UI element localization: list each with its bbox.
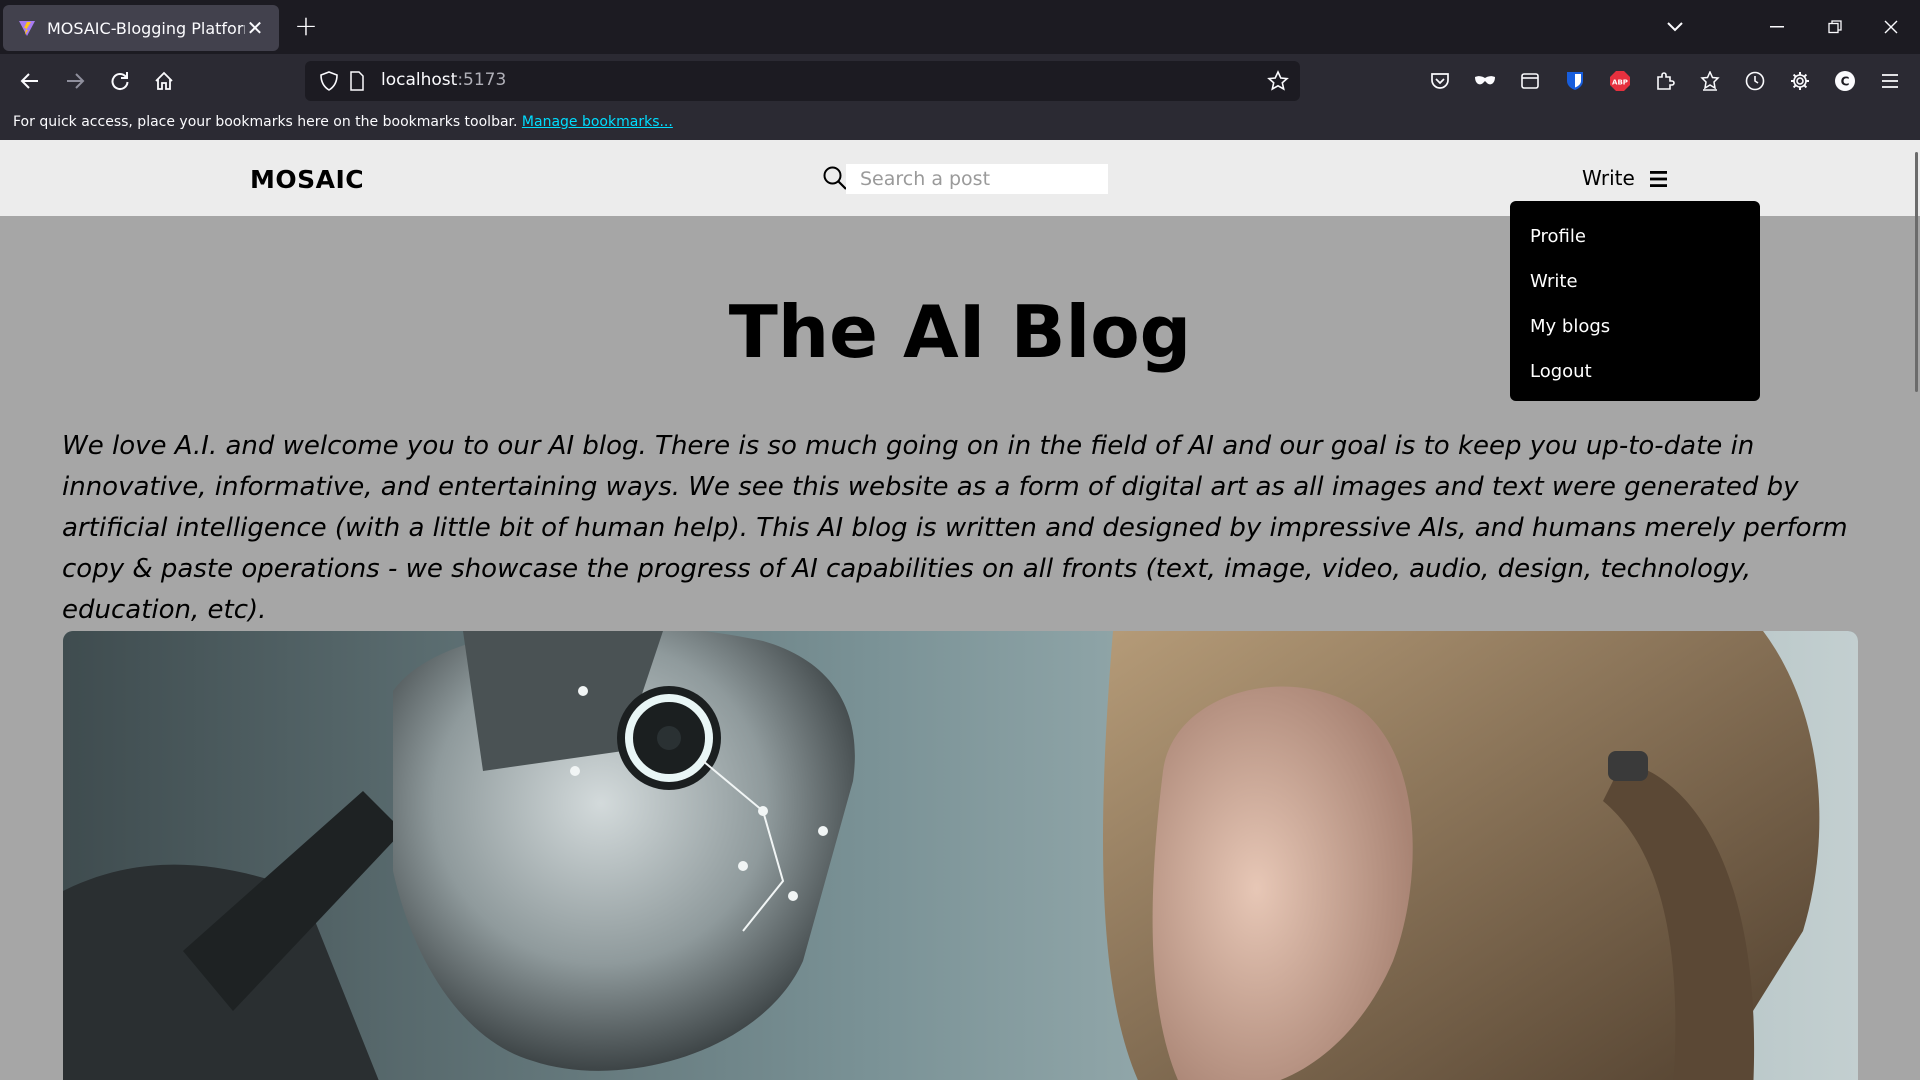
home-icon[interactable] <box>149 66 179 96</box>
write-link[interactable]: Write <box>1582 166 1635 190</box>
url-port: :5173 <box>457 70 507 90</box>
tab-list-chevron-icon[interactable] <box>1660 12 1690 42</box>
minimize-window-button[interactable] <box>1762 12 1792 42</box>
tab-title: MOSAIC-Blogging Platform <box>47 18 245 38</box>
close-tab-icon[interactable]: ✕ <box>245 16 265 40</box>
app-menu-hamburger-icon[interactable] <box>1875 66 1905 96</box>
url-text[interactable]: localhost:5173 <box>381 70 506 90</box>
private-mask-icon[interactable] <box>1470 66 1500 96</box>
browser-tab-strip: MOSAIC-Blogging Platform ✕ + <box>0 0 1920 54</box>
account-avatar[interactable]: C <box>1830 66 1860 96</box>
account-initial: C <box>1841 75 1850 89</box>
menu-hamburger-icon[interactable] <box>1649 169 1669 189</box>
tracking-shield-icon[interactable] <box>317 69 341 93</box>
hero-image-robot-and-girl <box>63 631 1858 1080</box>
url-bar[interactable]: localhost:5173 <box>305 61 1300 101</box>
history-clock-icon[interactable] <box>1740 66 1770 96</box>
page-scrollbar[interactable] <box>1915 152 1918 392</box>
settings-gear-icon[interactable] <box>1785 66 1815 96</box>
search-input[interactable] <box>846 164 1108 194</box>
page-title: The AI Blog <box>728 290 1192 374</box>
browser-toolbar: localhost:5173 ABP C <box>0 54 1920 108</box>
bitwarden-shield-icon[interactable] <box>1560 66 1590 96</box>
svg-text:ABP: ABP <box>1612 79 1628 87</box>
site-logo[interactable]: MOSAIC <box>250 165 364 194</box>
pocket-icon[interactable] <box>1425 66 1455 96</box>
adblock-plus-icon[interactable]: ABP <box>1605 66 1635 96</box>
reading-list-star-icon[interactable] <box>1695 66 1725 96</box>
vite-icon <box>17 18 37 38</box>
manage-bookmarks-link[interactable]: Manage bookmarks... <box>522 114 673 130</box>
bookmarks-toolbar: For quick access, place your bookmarks h… <box>0 108 1920 140</box>
menu-item-profile[interactable]: Profile <box>1510 219 1760 264</box>
restore-window-button[interactable] <box>1820 12 1850 42</box>
browser-tab[interactable]: MOSAIC-Blogging Platform ✕ <box>3 5 279 51</box>
close-window-button[interactable] <box>1876 12 1906 42</box>
sidebar-panel-icon[interactable] <box>1515 66 1545 96</box>
page-info-icon[interactable] <box>345 69 369 93</box>
bookmark-star-icon[interactable] <box>1266 69 1290 93</box>
reload-icon[interactable] <box>105 66 135 96</box>
search-icon[interactable] <box>822 165 848 191</box>
bookmarks-message: For quick access, place your bookmarks h… <box>13 114 518 130</box>
intro-paragraph: We love A.I. and welcome you to our AI b… <box>62 431 1848 625</box>
page-viewport: MOSAIC Write Profile Write My blogs Logo… <box>0 140 1920 1080</box>
back-arrow-icon[interactable] <box>15 66 45 96</box>
extensions-puzzle-icon[interactable] <box>1650 66 1680 96</box>
forward-arrow-icon[interactable] <box>60 66 90 96</box>
url-host: localhost <box>381 70 458 90</box>
new-tab-button[interactable]: + <box>292 12 320 40</box>
